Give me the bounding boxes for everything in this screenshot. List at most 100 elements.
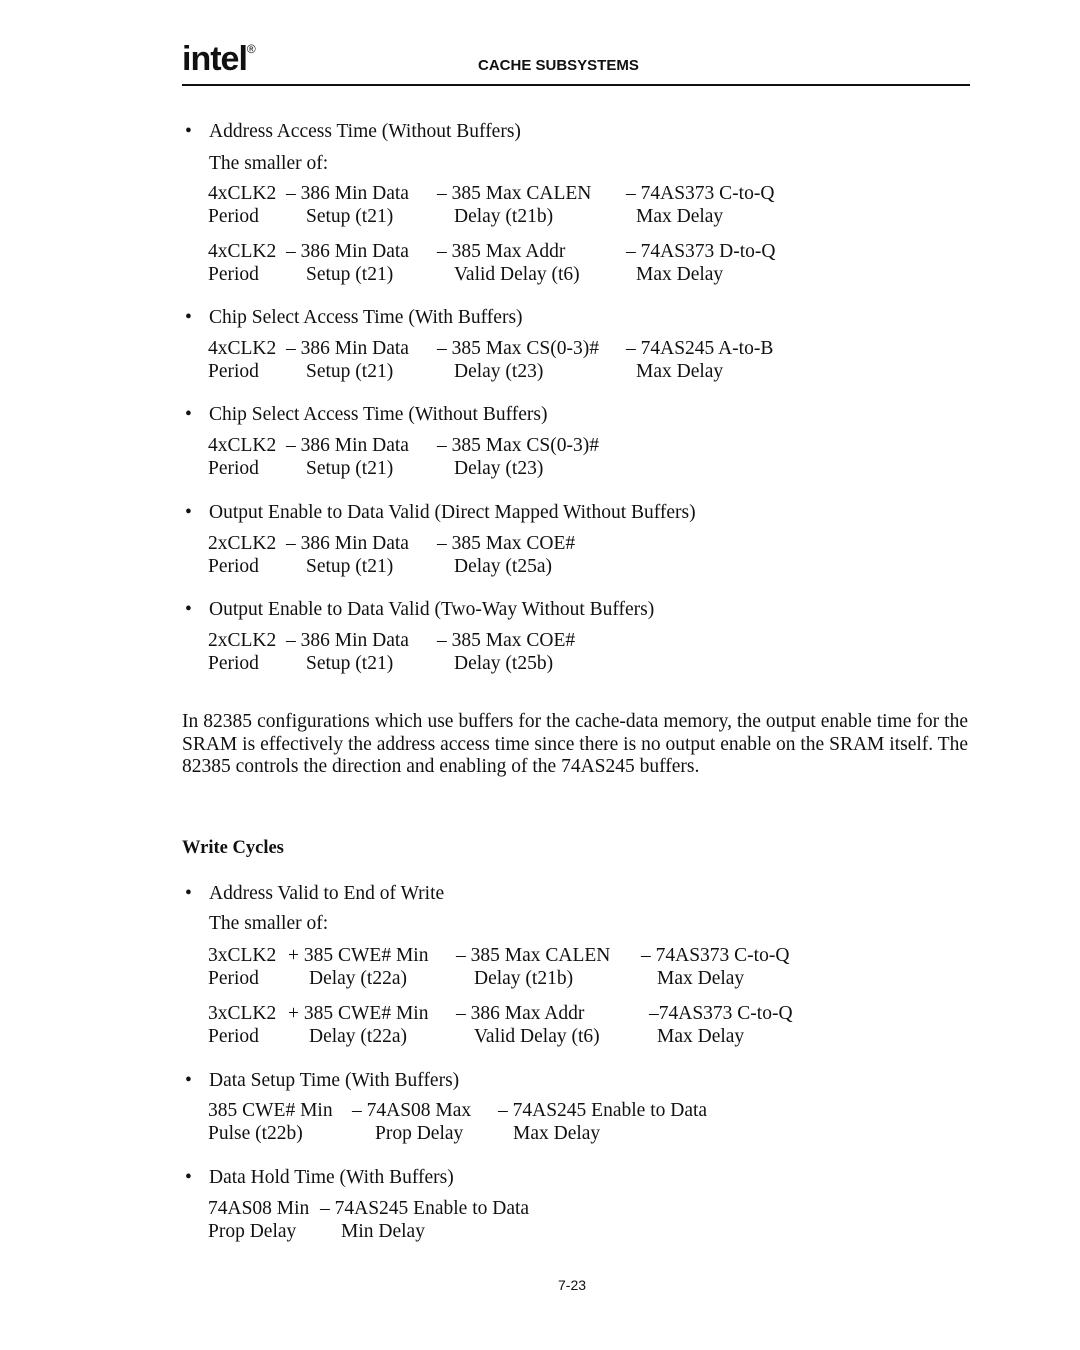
formula-label: Max Delay [657,968,745,989]
item-title: Chip Select Access Time (With Buffers) [209,307,523,328]
formula-label: Period [208,1026,259,1047]
formula-term: 4xCLK2 [208,183,277,204]
header-rule [182,84,970,86]
intel-logo: intel® [182,40,256,79]
bullet-address-valid-end-of-write: • Address Valid to End of Write [185,882,444,905]
bullet-icon: • [185,1167,192,1188]
formula-term: – 385 Max Addr [437,241,566,262]
formula-term: – 74AS373 D-to-Q [626,241,776,262]
formula-term: – 74AS245 A-to-B [626,338,774,359]
formula-label: Period [208,968,259,989]
item-title: Chip Select Access Time (Without Buffers… [209,404,548,425]
bullet-data-hold-time: • Data Hold Time (With Buffers) [185,1166,454,1189]
formula-label: Period [208,264,259,285]
formula-label: Delay (t21b) [474,968,574,989]
formula-label: Delay (t22a) [309,1026,407,1047]
formula-term: 74AS08 Min [208,1198,310,1219]
formula-term: – 385 Max COE# [437,533,576,554]
bullet-icon: • [185,404,192,425]
formula-label: Period [208,653,259,674]
formula-term: – 386 Min Data [286,435,409,456]
formula-label: Max Delay [636,206,724,227]
formula-label: Period [208,206,259,227]
formula-term: 3xCLK2 [208,1003,277,1024]
formula-term: – 386 Min Data [286,533,409,554]
logo-text: intel [182,40,248,78]
formula-term: 385 CWE# Min [208,1100,333,1121]
formula-label: Delay (t22a) [309,968,407,989]
item-note: The smaller of: [209,913,329,934]
formula-label: Setup (t21) [306,206,394,227]
formula-term: –74AS373 C-to-Q [649,1003,793,1024]
bullet-icon: • [185,883,192,904]
formula-label: Setup (t21) [306,556,394,577]
formula-term: 4xCLK2 [208,338,277,359]
bullet-address-access-time: • Address Access Time (Without Buffers) [185,120,521,143]
bullet-chip-select-with-buffers: • Chip Select Access Time (With Buffers) [185,306,523,329]
formula-label: Delay (t23) [454,361,544,382]
formula-label: Max Delay [636,361,724,382]
registered-mark: ® [246,42,256,56]
item-title: Output Enable to Data Valid (Two-Way Wit… [209,599,655,620]
bullet-output-enable-direct-mapped: • Output Enable to Data Valid (Direct Map… [185,501,696,524]
item-note: The smaller of: [209,153,329,174]
formula-term: – 386 Min Data [286,630,409,651]
item-title: Data Setup Time (With Buffers) [209,1070,460,1091]
formula-label: Setup (t21) [306,653,394,674]
formula-term: 2xCLK2 [208,533,277,554]
section-heading-write-cycles: Write Cycles [182,838,284,858]
formula-label: Prop Delay [208,1221,297,1242]
formula-term: + 385 CWE# Min [288,945,429,966]
bullet-data-setup-time: • Data Setup Time (With Buffers) [185,1069,459,1092]
running-head: CACHE SUBSYSTEMS [478,57,639,74]
formula-label: Max Delay [636,264,724,285]
formula-label: Max Delay [657,1026,745,1047]
formula-term: – 385 Max COE# [437,630,576,651]
formula-label: Valid Delay (t6) [474,1026,600,1047]
item-title: Output Enable to Data Valid (Direct Mapp… [209,502,696,523]
formula-label: Min Delay [341,1221,425,1242]
bullet-icon: • [185,307,192,328]
formula-label: Setup (t21) [306,264,394,285]
formula-label: Delay (t25b) [454,653,554,674]
formula-term: – 385 Max CS(0-3)# [437,338,599,359]
formula-term: – 74AS08 Max [352,1100,472,1121]
formula-term: 4xCLK2 [208,241,277,262]
bullet-icon: • [185,121,192,142]
formula-label: Max Delay [513,1123,601,1144]
formula-label: Period [208,361,259,382]
formula-label: Period [208,458,259,479]
bullet-icon: • [185,1070,192,1091]
formula-term: – 385 Max CALEN [437,183,592,204]
formula-term: + 385 CWE# Min [288,1003,429,1024]
formula-term: – 74AS373 C-to-Q [626,183,775,204]
formula-term: – 386 Max Addr [456,1003,585,1024]
formula-label: Delay (t21b) [454,206,554,227]
bullet-chip-select-without-buffers: • Chip Select Access Time (Without Buffer… [185,403,547,426]
item-title: Address Valid to End of Write [209,883,445,904]
formula-label: Period [208,556,259,577]
formula-label: Delay (t25a) [454,556,552,577]
bullet-output-enable-two-way: • Output Enable to Data Valid (Two-Way Wi… [185,598,654,621]
formula-term: – 74AS245 Enable to Data [498,1100,708,1121]
formula-label: Prop Delay [375,1123,464,1144]
formula-term: – 74AS245 Enable to Data [320,1198,530,1219]
formula-term: – 385 Max CS(0-3)# [437,435,599,456]
formula-label: Valid Delay (t6) [454,264,580,285]
body-paragraph: In 82385 configurations which use buffer… [182,711,968,778]
formula-term: – 386 Min Data [286,241,409,262]
formula-term: – 385 Max CALEN [456,945,611,966]
formula-term: – 386 Min Data [286,338,409,359]
formula-term: 2xCLK2 [208,630,277,651]
item-title: Data Hold Time (With Buffers) [209,1167,454,1188]
formula-label: Delay (t23) [454,458,544,479]
formula-label: Setup (t21) [306,458,394,479]
item-title: Address Access Time (Without Buffers) [209,121,521,142]
formula-label: Setup (t21) [306,361,394,382]
formula-term: – 386 Min Data [286,183,409,204]
bullet-icon: • [185,599,192,620]
bullet-icon: • [185,502,192,523]
formula-term: 4xCLK2 [208,435,277,456]
formula-term: 3xCLK2 [208,945,277,966]
formula-label: Pulse (t22b) [208,1123,303,1144]
